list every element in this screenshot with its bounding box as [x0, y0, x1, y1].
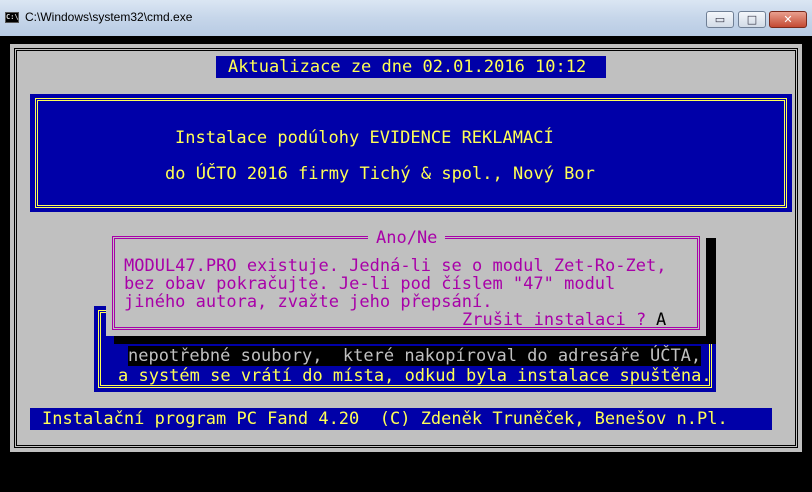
dialog-message-line: bez obav pokračujte. Je-li pod číslem "4…	[124, 274, 616, 294]
dialog-message-line: MODUL47.PRO existuje. Jedná-li se o modu…	[124, 256, 667, 276]
update-date-text: Aktualizace ze dne 02.01.2016 10:12	[228, 57, 587, 77]
installer-screen: Aktualizace ze dne 02.01.2016 10:12 Inst…	[10, 44, 802, 452]
dialog-caption: Ano/Ne	[368, 228, 446, 248]
confirm-dialog[interactable]: Ano/Ne MODUL47.PRO existuje. Jedná-li se…	[106, 228, 706, 336]
install-header-box: Instalace podúlohy EVIDENCE REKLAMACÍ do…	[30, 94, 792, 212]
dialog-message-line: jiného autora, zvažte jeho přepsání.	[124, 292, 493, 312]
close-icon: ✕	[783, 13, 793, 26]
cmd-window: C:\ C:\Windows\system32\cmd.exe ▭ □ ✕ Ak…	[0, 0, 812, 492]
answer-input[interactable]: A	[656, 310, 666, 330]
cmd-icon[interactable]: C:\	[5, 12, 19, 23]
update-date-bar: Aktualizace ze dne 02.01.2016 10:12	[216, 56, 606, 78]
info-line-2: a systém se vrátí do místa, odkud byla i…	[118, 366, 712, 386]
install-target: do ÚČTO 2016 firmy Tichý & spol., Nový B…	[165, 164, 595, 184]
minimize-icon: ▭	[714, 13, 726, 26]
info-line-1: nepotřebné soubory, které nakopíroval do…	[128, 346, 702, 366]
status-bar: Instalační program PC Fand 4.20 (C) Zden…	[30, 408, 772, 430]
cancel-install-question: Zrušit instalaci ?	[462, 310, 647, 330]
maximize-button[interactable]: □	[738, 11, 766, 28]
close-button[interactable]: ✕	[769, 11, 807, 28]
dialog-shadow-bottom	[114, 336, 716, 344]
title-bar[interactable]: C:\ C:\Windows\system32\cmd.exe ▭ □ ✕	[0, 0, 812, 37]
header-frame	[35, 98, 787, 208]
status-text: Instalační program PC Fand 4.20 (C) Zden…	[42, 409, 728, 429]
console-area[interactable]: Aktualizace ze dne 02.01.2016 10:12 Inst…	[0, 36, 812, 492]
dialog-shadow-right	[706, 238, 716, 344]
install-title: Instalace podúlohy EVIDENCE REKLAMACÍ	[175, 128, 554, 148]
window-title: C:\Windows\system32\cmd.exe	[25, 10, 193, 24]
minimize-button[interactable]: ▭	[706, 11, 734, 28]
maximize-icon: □	[746, 13, 758, 26]
